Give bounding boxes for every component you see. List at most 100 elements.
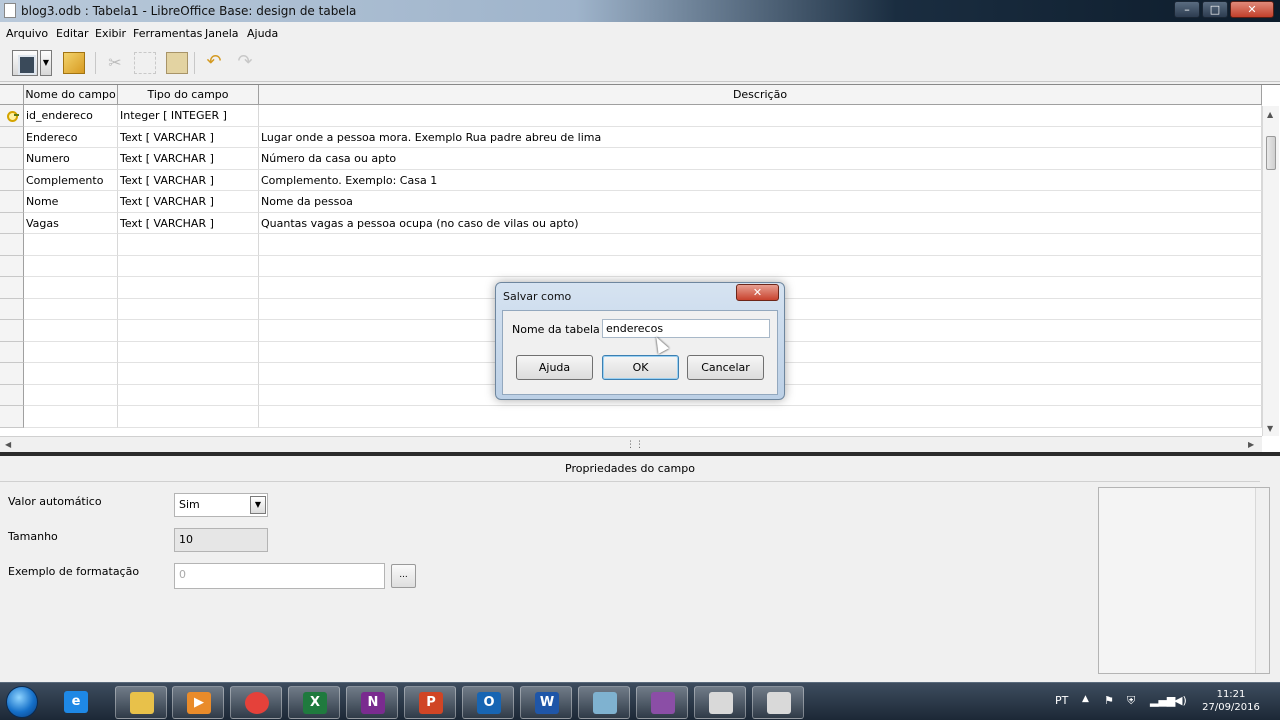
save-dropdown-icon[interactable]: ▼ (40, 50, 52, 76)
row-header[interactable] (0, 298, 24, 320)
clock[interactable]: 11:21 27/09/2016 (1198, 688, 1264, 714)
description-cell[interactable] (259, 105, 1262, 127)
field-name-cell[interactable] (24, 277, 118, 299)
field-name-cell[interactable] (24, 384, 118, 406)
field-name-cell[interactable] (24, 298, 118, 320)
row-header[interactable] (0, 277, 24, 299)
description-cell[interactable] (259, 255, 1262, 277)
column-header-field-name[interactable]: Nome do campo (24, 85, 118, 105)
field-type-cell[interactable]: Text [ VARCHAR ] (118, 169, 259, 191)
taskbar-excel[interactable]: X (288, 686, 340, 719)
scroll-down-icon[interactable]: ▼ (1267, 424, 1273, 433)
field-name-cell[interactable] (24, 234, 118, 256)
row-header[interactable] (0, 406, 24, 428)
taskbar-ie[interactable]: e (50, 686, 102, 719)
field-type-cell[interactable]: Text [ VARCHAR ] (118, 212, 259, 234)
cut-icon[interactable]: ✂ (104, 52, 126, 74)
maximize-button[interactable]: □ (1202, 1, 1228, 18)
row-header[interactable] (0, 169, 24, 191)
field-name-cell[interactable]: id_endereco (24, 105, 118, 127)
close-button[interactable]: ✕ (1230, 1, 1274, 18)
chevron-down-icon[interactable]: ▼ (250, 496, 266, 514)
format-button[interactable]: ... (391, 564, 416, 588)
help-scrollbar[interactable] (1255, 488, 1269, 673)
auto-value-select[interactable]: Sim ▼ (174, 493, 268, 517)
menu-janela[interactable]: Janela (205, 27, 239, 40)
row-header[interactable] (0, 148, 24, 170)
row-header[interactable] (0, 234, 24, 256)
row-header[interactable] (0, 191, 24, 213)
description-cell[interactable] (259, 234, 1262, 256)
description-cell[interactable]: Lugar onde a pessoa mora. Exemplo Rua pa… (259, 126, 1262, 148)
grid-vertical-scrollbar[interactable]: ▲ ▼ (1262, 106, 1279, 436)
field-name-cell[interactable]: Endereco (24, 126, 118, 148)
taskbar-libreoffice-base[interactable] (636, 686, 688, 719)
taskbar-chrome[interactable] (230, 686, 282, 719)
field-type-cell[interactable] (118, 384, 259, 406)
table-name-input[interactable]: enderecos (602, 319, 770, 338)
copy-icon[interactable] (134, 52, 156, 74)
grid-horizontal-scrollbar[interactable]: ◀ ⋮⋮ ▶ (0, 436, 1262, 453)
taskbar-notepad[interactable] (578, 686, 630, 719)
network-icon[interactable]: ▂▄▆ (1150, 694, 1175, 707)
size-field[interactable]: 10 (174, 528, 268, 552)
field-type-cell[interactable]: Text [ VARCHAR ] (118, 148, 259, 170)
menu-ferramentas[interactable]: Ferramentas (133, 27, 202, 40)
field-name-cell[interactable] (24, 341, 118, 363)
field-type-cell[interactable]: Text [ VARCHAR ] (118, 191, 259, 213)
field-name-cell[interactable]: Nome (24, 191, 118, 213)
field-name-cell[interactable]: Complemento (24, 169, 118, 191)
volume-icon[interactable]: ◀) (1174, 694, 1187, 707)
field-type-cell[interactable]: Text [ VARCHAR ] (118, 126, 259, 148)
format-example-field[interactable]: 0 (174, 563, 385, 589)
save-icon[interactable] (12, 50, 38, 76)
field-type-cell[interactable] (118, 341, 259, 363)
menu-ajuda[interactable]: Ajuda (247, 27, 278, 40)
taskbar-media-player[interactable]: ▶ (172, 686, 224, 719)
ok-button[interactable]: OK (602, 355, 679, 380)
start-button[interactable] (6, 686, 38, 718)
taskbar-powerpoint[interactable]: P (404, 686, 456, 719)
row-header[interactable] (0, 126, 24, 148)
description-cell[interactable]: Nome da pessoa (259, 191, 1262, 213)
description-cell[interactable]: Complemento. Exemplo: Casa 1 (259, 169, 1262, 191)
field-name-cell[interactable]: Vagas (24, 212, 118, 234)
help-button[interactable]: Ajuda (516, 355, 593, 380)
scroll-right-icon[interactable]: ▶ (1248, 440, 1254, 449)
flag-icon[interactable]: ⚑ (1104, 694, 1114, 707)
taskbar-libreoffice-1[interactable] (694, 686, 746, 719)
description-cell[interactable]: Número da casa ou apto (259, 148, 1262, 170)
row-header[interactable] (0, 212, 24, 234)
row-header[interactable] (0, 255, 24, 277)
row-header[interactable] (0, 363, 24, 385)
language-indicator[interactable]: PT (1055, 694, 1068, 707)
taskbar-libreoffice-2[interactable] (752, 686, 804, 719)
field-name-cell[interactable] (24, 406, 118, 428)
security-icon[interactable]: ⛨ (1127, 694, 1135, 708)
description-cell[interactable] (259, 406, 1262, 428)
menu-editar[interactable]: Editar (56, 27, 89, 40)
field-name-cell[interactable] (24, 255, 118, 277)
field-name-cell[interactable] (24, 363, 118, 385)
field-type-cell[interactable] (118, 320, 259, 342)
column-header-description[interactable]: Descrição (259, 85, 1262, 105)
taskbar-word[interactable]: W (520, 686, 572, 719)
field-type-cell[interactable]: Integer [ INTEGER ] (118, 105, 259, 127)
taskbar-onenote[interactable]: N (346, 686, 398, 719)
row-header[interactable] (0, 105, 24, 127)
field-type-cell[interactable] (118, 363, 259, 385)
undo-icon[interactable]: ↶ (203, 52, 225, 74)
row-header[interactable] (0, 320, 24, 342)
field-type-cell[interactable] (118, 234, 259, 256)
design-ruler-icon[interactable] (63, 52, 85, 74)
menu-arquivo[interactable]: Arquivo (6, 27, 48, 40)
scroll-up-icon[interactable]: ▲ (1267, 110, 1273, 119)
minimize-button[interactable]: – (1174, 1, 1200, 18)
taskbar-explorer[interactable] (115, 686, 167, 719)
field-type-cell[interactable] (118, 255, 259, 277)
row-header[interactable] (0, 341, 24, 363)
field-name-cell[interactable]: Numero (24, 148, 118, 170)
field-name-cell[interactable] (24, 320, 118, 342)
column-header-field-type[interactable]: Tipo do campo (118, 85, 259, 105)
field-type-cell[interactable] (118, 277, 259, 299)
